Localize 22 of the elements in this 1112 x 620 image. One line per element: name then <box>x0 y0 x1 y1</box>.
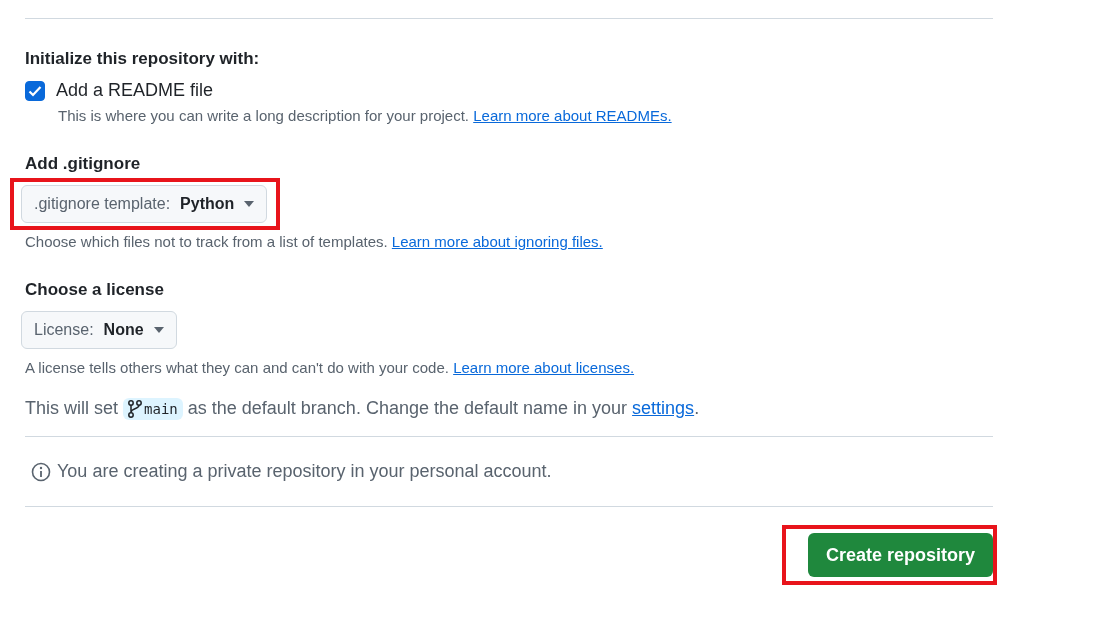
caret-icon <box>153 327 164 333</box>
checkbox-label: Add a README file <box>56 80 214 101</box>
readme-link[interactable]: Learn more about READMEs. <box>473 107 672 124</box>
section-heading: Add .gitignore <box>25 154 141 174</box>
default-branch-text: This will set main as the default branch. Change the default name in your settings. <box>25 398 993 421</box>
gitignore-description: Choose which files not to track from a list of templates. Learn more about ignoring files. <box>25 233 603 250</box>
gitignore-link[interactable]: Learn more about ignoring files. <box>391 233 603 250</box>
readme-description: This is where you can write a long description for your project. Learn more about READMEs. <box>58 107 672 124</box>
license-dropdown[interactable]: License: None <box>21 311 177 349</box>
readme-checkbox[interactable] <box>25 80 45 101</box>
notice-text: You are creating a private repository in your personal account. <box>57 461 552 483</box>
settings-link[interactable]: settings <box>632 398 695 418</box>
create-repository-button[interactable]: Create repository <box>807 533 993 578</box>
branch-icon <box>128 400 143 419</box>
section-heading: Initialize this repository with: <box>25 49 260 69</box>
gitignore-dropdown[interactable]: .gitignore template: Python <box>21 185 268 223</box>
caret-icon <box>244 201 255 207</box>
license-description: A license tells others what they can and can't do with your code. Learn more about licenses. <box>25 359 635 376</box>
info-icon <box>31 461 51 482</box>
license-link[interactable]: Learn more about licenses. <box>453 359 635 376</box>
section-heading: Choose a license <box>25 280 164 300</box>
branch-name: main <box>123 398 183 421</box>
